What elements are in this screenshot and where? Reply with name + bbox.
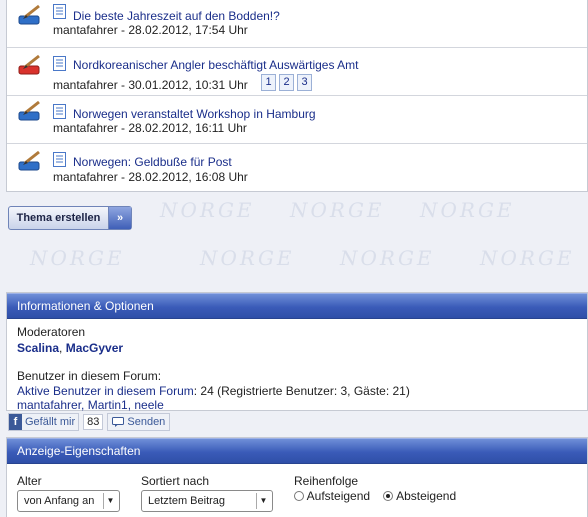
document-icon [53, 4, 66, 19]
thread-meta: mantafahrer - 30.01.2012, 10:31 Uhr [53, 78, 248, 92]
sort-select-value: Letztem Beitrag [148, 495, 226, 507]
users-label: Benutzer in diesem Forum: [17, 369, 162, 383]
thread-title-link[interactable]: Norwegen: Geldbuße für Post [73, 155, 232, 169]
thread-meta: mantafahrer - 28.02.2012, 16:08 Uhr [53, 170, 248, 184]
thread-title-link[interactable]: Die beste Jahreszeit auf den Bodden!? [73, 9, 280, 23]
document-icon [53, 104, 66, 119]
online-user-list[interactable]: mantafahrer, Martin1, neele [17, 398, 577, 412]
info-options-panel: Informationen & Optionen Moderatoren Sca… [6, 292, 588, 412]
thread-row: Norwegen veranstaltet Workshop in Hambur… [7, 96, 587, 144]
watermark-text: NORGE [290, 198, 385, 222]
age-select[interactable]: von Anfang an ▼ [17, 490, 120, 512]
display-panel-title: Anzeige-Eigenschaften [7, 438, 587, 464]
watermark-text: NORGE [340, 246, 435, 270]
like-label: Gefällt mir [25, 416, 76, 428]
order-descending-label: Absteigend [396, 489, 457, 503]
like-count: 83 [83, 414, 104, 430]
sort-select[interactable]: Letztem Beitrag ▼ [141, 490, 273, 512]
moderator-separator: , [59, 341, 66, 355]
chevron-down-icon: ▼ [103, 493, 117, 509]
watermark-text: NORGE [420, 198, 515, 222]
thread-meta: mantafahrer - 28.02.2012, 17:54 Uhr [53, 23, 248, 37]
facebook-icon: f [9, 414, 22, 430]
watermark-text: NORGE [30, 246, 125, 270]
order-ascending-label: Aufsteigend [306, 489, 371, 503]
watermark-text: NORGE [480, 246, 575, 270]
active-users-link[interactable]: Aktive Benutzer in diesem Forum [17, 384, 194, 398]
speech-bubble-icon [112, 417, 125, 427]
moderator-link[interactable]: MacGyver [66, 341, 123, 355]
new-thread-label: Thema erstellen [16, 212, 101, 224]
thread-row: Die beste Jahreszeit auf den Bodden!? ma… [7, 0, 587, 48]
facebook-like-button[interactable]: f Gefällt mir [8, 413, 80, 431]
thread-title-link[interactable]: Norwegen veranstaltet Workshop in Hambur… [73, 107, 316, 121]
document-icon [53, 152, 66, 167]
watermark-text: NORGE [200, 246, 295, 270]
order-ascending-radio[interactable] [294, 491, 304, 501]
chevron-down-icon: ▼ [256, 493, 270, 509]
order-label: Reihenfolge [294, 474, 359, 488]
page-link[interactable]: 1 [261, 74, 276, 91]
info-panel-title: Informationen & Optionen [7, 293, 587, 319]
background-watermark: NORGE NORGE NORGE NORGE NORGE NORGE NORG… [0, 180, 588, 295]
thread-status-icon [18, 100, 40, 121]
thread-meta: mantafahrer - 28.02.2012, 16:11 Uhr [53, 121, 247, 135]
document-icon [53, 56, 66, 71]
hot-thread-icon [18, 54, 40, 75]
thread-row: Norwegen: Geldbuße für Post mantafahrer … [7, 144, 587, 192]
thread-status-icon [18, 4, 40, 25]
age-select-value: von Anfang an [24, 495, 95, 507]
age-label: Alter [17, 474, 42, 488]
page-link[interactable]: 3 [297, 74, 312, 91]
facebook-send-button[interactable]: Senden [107, 413, 171, 431]
thread-list: Die beste Jahreszeit auf den Bodden!? ma… [6, 0, 588, 192]
new-thread-button[interactable]: Thema erstellen » [8, 206, 132, 230]
thread-row: Nordkoreanischer Angler beschäftigt Ausw… [7, 48, 587, 96]
sort-label: Sortiert nach [141, 474, 210, 488]
moderator-link[interactable]: Scalina [17, 341, 59, 355]
order-options: Aufsteigend Absteigend [294, 489, 456, 503]
order-descending-radio[interactable] [383, 491, 394, 501]
thread-title-link[interactable]: Nordkoreanischer Angler beschäftigt Ausw… [73, 58, 358, 72]
double-arrow-icon: » [108, 207, 131, 229]
social-bar: f Gefällt mir 83 Senden [8, 413, 171, 431]
thread-status-icon [18, 150, 40, 171]
active-users-count: : 24 (Registrierte Benutzer: 3, Gäste: 2… [193, 384, 410, 398]
moderators-label: Moderatoren [17, 325, 86, 339]
watermark-text: NORGE [160, 198, 255, 222]
send-label: Senden [127, 416, 166, 428]
thread-pagination: 1 2 3 [261, 74, 312, 91]
page-link[interactable]: 2 [279, 74, 294, 91]
